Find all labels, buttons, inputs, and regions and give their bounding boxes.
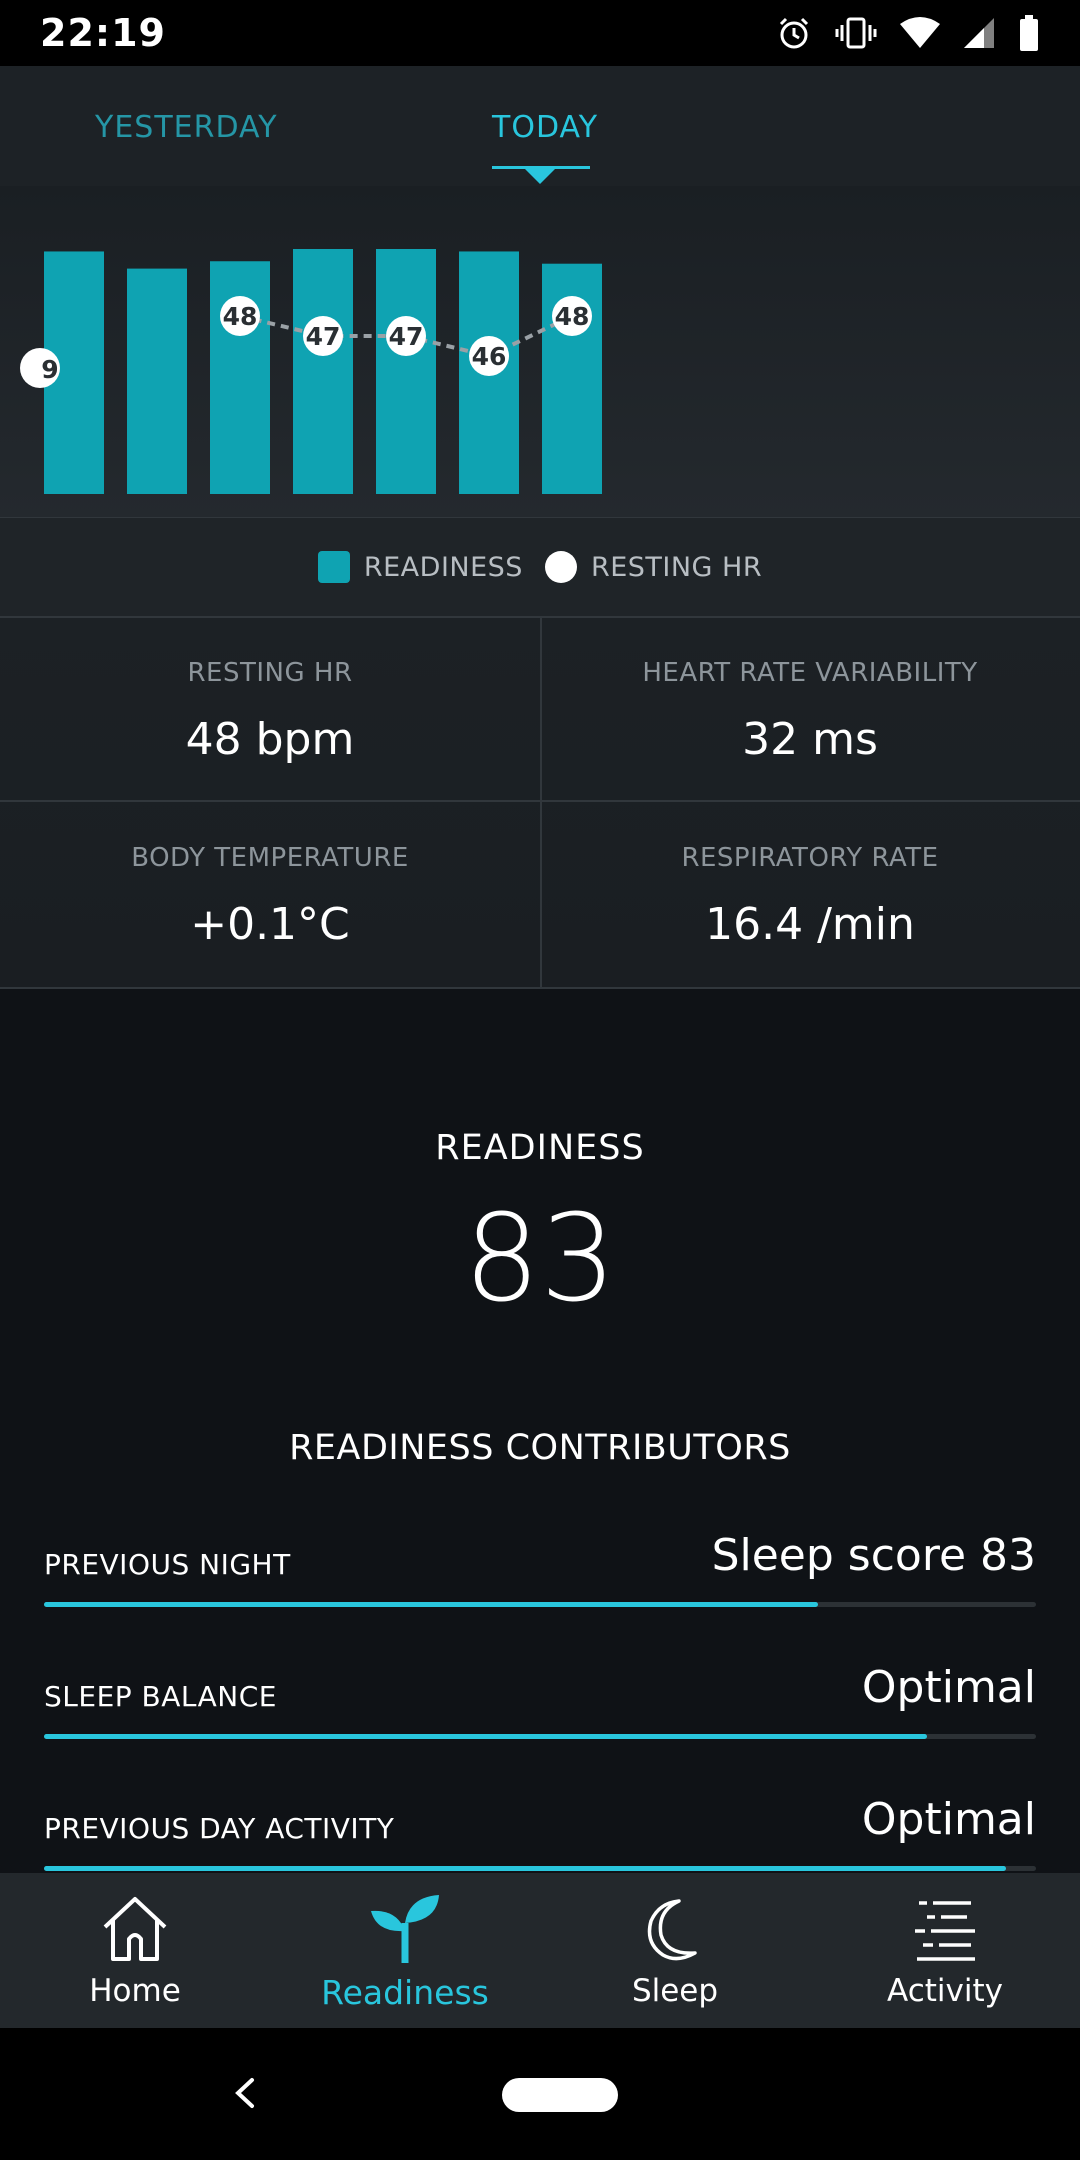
metrics-vertical-divider [540, 618, 542, 988]
metrics-horizontal-divider [0, 800, 1080, 802]
tab-today[interactable]: TODAY [492, 110, 598, 145]
system-nav-bar [0, 2028, 1080, 2160]
legend-resting-hr: RESTING HR [544, 551, 763, 583]
contributors-title: READINESS CONTRIBUTORS [289, 1428, 791, 1468]
contributor-value: Sleep score 83 [711, 1530, 1036, 1581]
resting-hr-label: 9 [41, 355, 58, 384]
readiness-score: 83 [463, 1190, 617, 1329]
resting-hr-label: 48 [223, 302, 258, 331]
resting-hr-label: 48 [555, 302, 590, 331]
vibrate-icon [835, 17, 877, 49]
resting-hr-label: 47 [389, 322, 424, 351]
wifi-icon [900, 17, 940, 48]
resting-hr-label: 47 [306, 322, 341, 351]
contributor-sleep-balance[interactable]: SLEEP BALANCE Optimal [44, 1662, 1036, 1772]
status-bar: 22:19 [0, 0, 1080, 66]
status-icons [776, 15, 1040, 51]
legend-resting-hr-label: RESTING HR [590, 551, 763, 583]
contributor-previous-night[interactable]: PREVIOUS NIGHT Sleep score 83 [44, 1530, 1036, 1640]
battery-icon [1020, 15, 1038, 51]
nav-home[interactable]: Home [0, 1873, 270, 2028]
tab-active-pointer [525, 169, 555, 184]
signal-icon [964, 18, 994, 48]
metric-label: RESPIRATORY RATE [681, 843, 939, 873]
nav-readiness-label: Readiness [321, 1973, 489, 2012]
metric-hrv[interactable]: HEART RATE VARIABILITY 32 ms [540, 618, 1080, 803]
nav-activity[interactable]: Activity [810, 1873, 1080, 2028]
legend-readiness: READINESS [317, 551, 523, 583]
tab-yesterday[interactable]: YESTERDAY [95, 110, 278, 145]
day-tabs: YESTERDAY TODAY [0, 66, 1080, 186]
readiness-bar[interactable] [293, 249, 353, 494]
moon-icon [647, 1899, 697, 1961]
chart-legend: READINESS RESTING HR [0, 518, 1080, 616]
alarm-icon [779, 17, 809, 49]
contributor-value: Optimal [861, 1662, 1036, 1713]
nav-home-label: Home [89, 1973, 181, 2009]
metric-label: BODY TEMPERATURE [131, 843, 409, 873]
nav-readiness[interactable]: Readiness [270, 1873, 540, 2028]
home-icon [103, 1897, 167, 1961]
sprout-icon [371, 1895, 439, 1963]
nav-sleep[interactable]: Sleep [540, 1873, 810, 2028]
legend-resting-hr-dot [544, 551, 577, 583]
nav-sleep-label: Sleep [631, 1973, 719, 2009]
contributor-progress-track [44, 1602, 1036, 1607]
readiness-chart[interactable]: 9 48 47 47 46 48 [0, 186, 1080, 518]
metric-value: 32 ms [742, 714, 878, 765]
metric-respiratory-rate[interactable]: RESPIRATORY RATE 16.4 /min [540, 803, 1080, 988]
contributor-value: Optimal [861, 1794, 1036, 1845]
metrics-bottom-divider [0, 987, 1080, 989]
contributor-progress-track [44, 1866, 1036, 1871]
status-time: 22:19 [40, 11, 166, 55]
contributor-label: SLEEP BALANCE [44, 1680, 277, 1713]
metric-resting-hr[interactable]: RESTING HR 48 bpm [0, 618, 540, 803]
contributor-label: PREVIOUS NIGHT [44, 1548, 291, 1581]
contributor-progress-fill [44, 1866, 1007, 1871]
readiness-chart-svg: 9 48 47 47 46 48 [20, 249, 602, 494]
contributor-progress-fill [44, 1602, 818, 1607]
home-pill-button[interactable] [502, 2078, 618, 2112]
metric-body-temperature[interactable]: BODY TEMPERATURE +0.1°C [0, 803, 540, 988]
contributor-label: PREVIOUS DAY ACTIVITY [44, 1812, 395, 1845]
readiness-bar[interactable] [127, 268, 187, 494]
readiness-bar[interactable] [376, 249, 436, 494]
metric-label: RESTING HR [187, 658, 353, 688]
metric-value: 16.4 /min [705, 899, 915, 950]
resting-hr-label: 46 [472, 342, 507, 371]
readiness-title: READINESS [435, 1128, 645, 1168]
legend-readiness-label: READINESS [363, 551, 523, 583]
contributor-progress-track [44, 1734, 1036, 1739]
contributor-progress-fill [44, 1734, 927, 1739]
legend-readiness-swatch [317, 551, 350, 583]
metric-value: +0.1°C [190, 899, 350, 950]
bottom-nav: Home Readiness Sleep Activity [0, 1873, 1080, 2028]
metrics-grid: RESTING HR 48 bpm HEART RATE VARIABILITY… [0, 618, 1080, 988]
metric-value: 48 bpm [185, 714, 355, 765]
nav-activity-label: Activity [887, 1973, 1003, 2009]
activity-icon [915, 1901, 975, 1961]
metric-label: HEART RATE VARIABILITY [642, 658, 978, 688]
back-icon[interactable] [220, 2068, 270, 2118]
